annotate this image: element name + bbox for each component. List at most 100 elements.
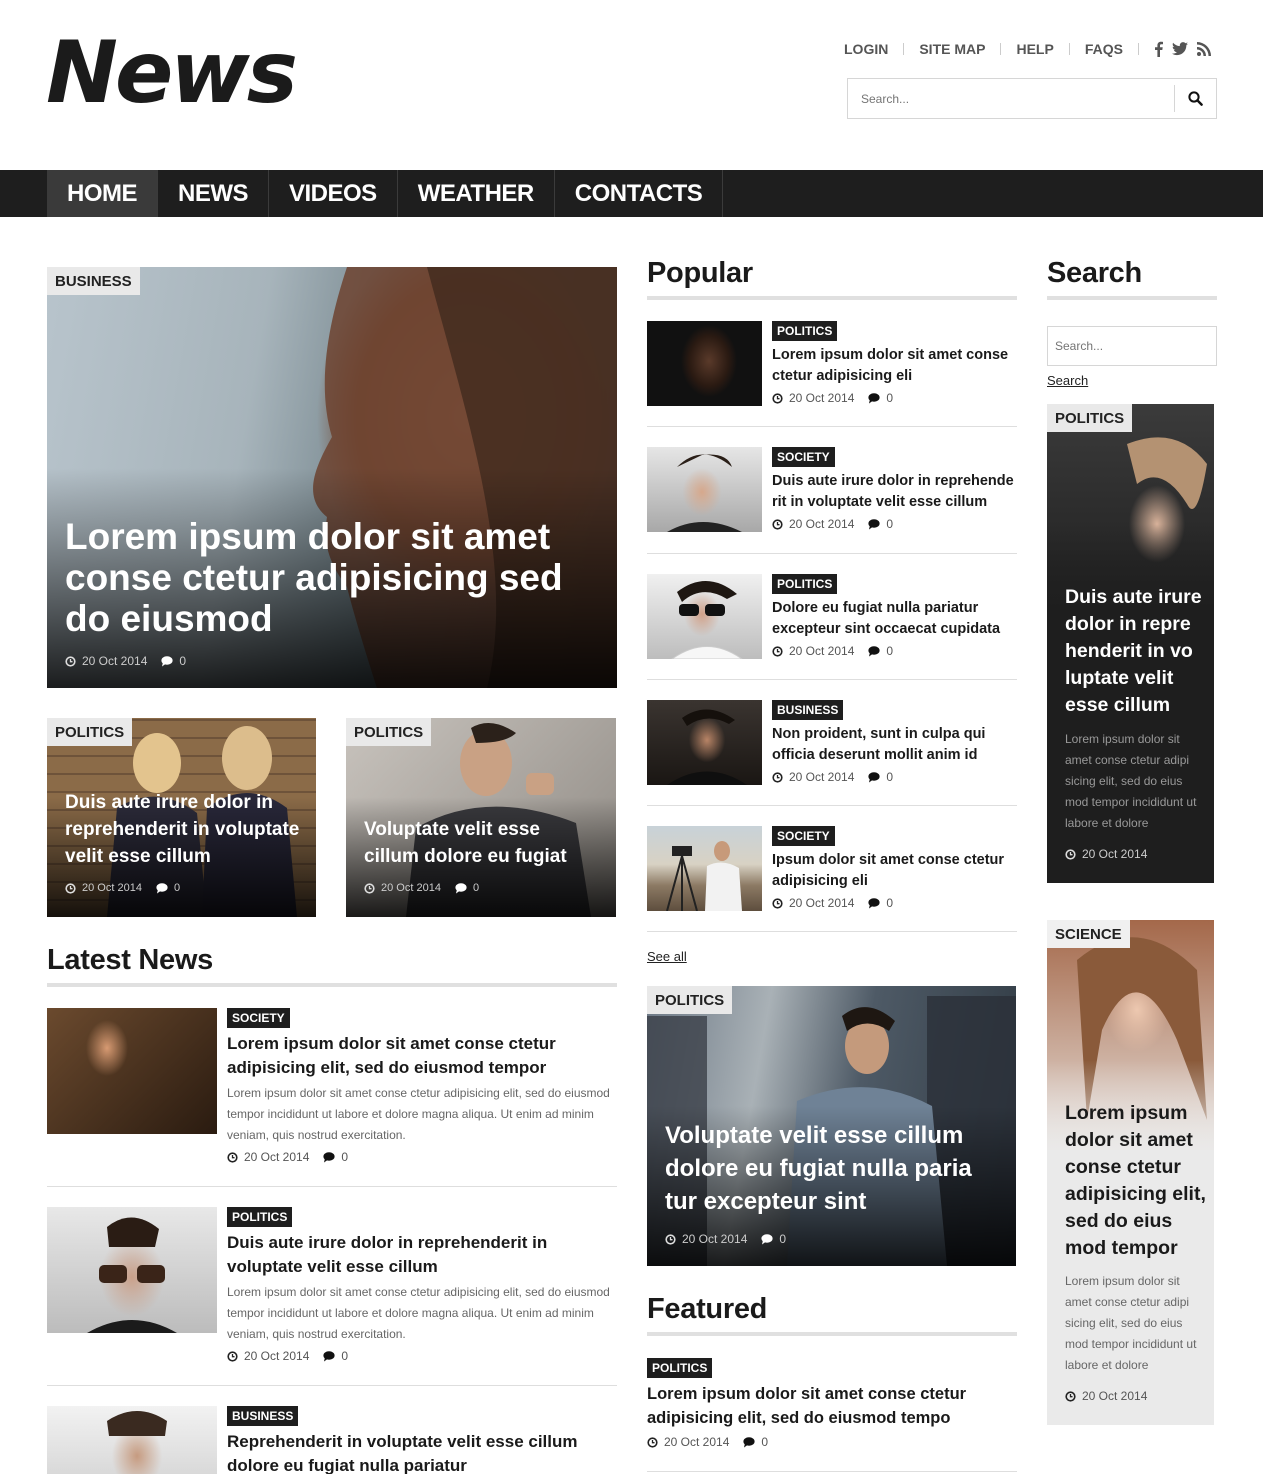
help-link[interactable]: HELP <box>1016 41 1053 57</box>
category-badge[interactable]: POLITICS <box>772 321 838 341</box>
comment-count[interactable]: 0 <box>886 644 893 658</box>
nav-contacts[interactable]: CONTACTS <box>555 170 724 217</box>
header-search-input[interactable] <box>848 79 1168 118</box>
date: 20 Oct 2014 <box>789 896 855 910</box>
login-link[interactable]: LOGIN <box>844 41 888 57</box>
category-badge[interactable]: POLITICS <box>346 718 432 746</box>
article-thumbnail[interactable] <box>647 826 762 911</box>
feature-card[interactable]: POLITICS Voluptate velit esse cillum dol… <box>346 718 616 917</box>
card-meta: 20 Oct 2014 <box>1065 847 1147 861</box>
category-badge[interactable]: SOCIETY <box>227 1008 290 1028</box>
clock-icon <box>665 1233 676 1245</box>
feature-card[interactable]: POLITICS Voluptate velit esse cillum dol… <box>647 986 1016 1266</box>
article-thumbnail[interactable] <box>647 574 762 659</box>
comment-count[interactable]: 0 <box>341 1349 348 1363</box>
twitter-icon[interactable] <box>1171 42 1188 56</box>
comment-icon <box>868 518 880 530</box>
thumbnail-image <box>666 841 742 911</box>
category-badge[interactable]: SOCIETY <box>772 447 835 467</box>
nav-weather[interactable]: WEATHER <box>398 170 555 217</box>
category-badge[interactable]: BUSINESS <box>772 700 844 720</box>
category-badge[interactable]: SOCIETY <box>772 826 835 846</box>
article-thumbnail[interactable] <box>47 1207 217 1333</box>
card-title[interactable]: Duis aute irure dolor in repre henderit … <box>1065 584 1205 719</box>
comment-icon <box>761 1233 773 1245</box>
sidebar-search-input[interactable] <box>1047 326 1217 366</box>
comment-count[interactable]: 0 <box>886 770 893 784</box>
article-title[interactable]: Lorem ipsum dolor sit amet conse ctetur … <box>227 1032 617 1080</box>
feature-title[interactable]: Duis aute irure dolor in reprehenderit i… <box>65 789 310 870</box>
category-badge[interactable]: BUSINESS <box>227 1406 299 1426</box>
article-excerpt: Lorem ipsum dolor sit amet conse ctetur … <box>227 1086 610 1142</box>
comment-count[interactable]: 0 <box>341 1150 348 1164</box>
article-title[interactable]: Lorem ipsum dolor sit amet conse ctetur … <box>772 345 1017 387</box>
comment-icon <box>743 1436 755 1448</box>
category-badge[interactable]: POLITICS <box>647 1358 713 1378</box>
nav-videos[interactable]: VIDEOS <box>269 170 398 217</box>
comment-count[interactable]: 0 <box>886 896 893 910</box>
comment-count[interactable]: 0 <box>473 882 479 894</box>
category-badge[interactable]: POLITICS <box>772 574 838 594</box>
site-map-link[interactable]: SITE MAP <box>919 41 985 57</box>
article-title[interactable]: Non proident, sunt in culpa qui officia … <box>772 724 1017 766</box>
comment-icon <box>868 771 880 783</box>
article-thumbnail[interactable] <box>647 700 762 785</box>
sidebar-card[interactable]: POLITICS Duis aute irure dolor in repre … <box>1047 404 1214 883</box>
comment-icon <box>323 1151 335 1163</box>
category-badge[interactable]: BUSINESS <box>47 267 140 295</box>
nav-home[interactable]: HOME <box>47 170 158 217</box>
clock-icon <box>1065 1390 1076 1402</box>
comment-count[interactable]: 0 <box>179 654 186 668</box>
see-all-link[interactable]: See all <box>647 949 687 964</box>
rss-icon[interactable] <box>1196 42 1211 56</box>
comment-count[interactable]: 0 <box>886 391 893 405</box>
comment-count[interactable]: 0 <box>886 517 893 531</box>
header-search-button[interactable] <box>1174 85 1216 112</box>
hero-article[interactable]: BUSINESS Lorem ipsum dolor sit amet cons… <box>47 267 617 688</box>
sidebar-card[interactable]: SCIENCE Lorem ipsum dolor sit amet conse… <box>1047 920 1214 1425</box>
feature-title[interactable]: Voluptate velit esse cillum dolore eu fu… <box>665 1119 1000 1218</box>
featured-item: POLITICS Lorem ipsum dolor sit amet cons… <box>647 1358 1017 1449</box>
article-title[interactable]: Ipsum dolor sit amet conse ctetur adipis… <box>772 850 1017 892</box>
article-title[interactable]: Lorem ipsum dolor sit amet conse ctetur … <box>647 1382 1017 1430</box>
comment-count[interactable]: 0 <box>174 882 180 894</box>
list-divider <box>47 1385 617 1386</box>
list-divider <box>647 1471 1017 1472</box>
category-badge[interactable]: POLITICS <box>1047 404 1133 432</box>
article-title[interactable]: Duis aute irure dolor in reprehenderit i… <box>227 1231 617 1279</box>
comment-count[interactable]: 0 <box>761 1435 768 1449</box>
clock-icon <box>772 392 783 404</box>
link-separator <box>1137 43 1139 55</box>
article-title[interactable]: Dolore eu fugiat nulla pariatur excepteu… <box>772 598 1017 640</box>
card-title[interactable]: Lorem ipsum dolor sit amet conse ctetur … <box>1065 1100 1210 1262</box>
comment-count[interactable]: 0 <box>779 1232 786 1246</box>
category-badge[interactable]: POLITICS <box>47 718 133 746</box>
date: 20 Oct 2014 <box>244 1349 310 1363</box>
thumbnail-image <box>667 709 747 785</box>
site-logo[interactable]: News <box>46 30 298 116</box>
article-thumbnail[interactable] <box>47 1008 217 1134</box>
clock-icon <box>227 1350 238 1362</box>
facebook-icon[interactable] <box>1154 41 1163 57</box>
sidebar-search-button[interactable]: Search <box>1047 373 1088 388</box>
date: 20 Oct 2014 <box>664 1435 730 1449</box>
article-excerpt: Lorem ipsum dolor sit amet conse ctetur … <box>227 1285 610 1341</box>
faqs-link[interactable]: FAQS <box>1085 41 1123 57</box>
feature-title[interactable]: Voluptate velit esse cillum dolore eu fu… <box>364 816 599 870</box>
category-badge[interactable]: POLITICS <box>227 1207 293 1227</box>
feature-card[interactable]: POLITICS Duis aute irure dolor in repreh… <box>47 718 316 917</box>
hero-title[interactable]: Lorem ipsum dolor sit amet conse ctetur … <box>65 516 595 639</box>
nav-news[interactable]: NEWS <box>158 170 269 217</box>
article-thumbnail[interactable] <box>47 1406 217 1474</box>
article-title[interactable]: Reprehenderit in voluptate velit esse ci… <box>227 1430 617 1474</box>
heading-rule <box>647 296 1017 300</box>
article-thumbnail[interactable] <box>647 321 762 406</box>
article-title[interactable]: Duis aute irure dolor in reprehende rit … <box>772 471 1017 513</box>
feature-meta: 20 Oct 2014 0 <box>364 882 479 894</box>
date: 20 Oct 2014 <box>789 770 855 784</box>
article-thumbnail[interactable] <box>647 447 762 532</box>
article-meta: 20 Oct 2014 0 <box>772 391 1017 405</box>
category-badge[interactable]: POLITICS <box>647 986 733 1014</box>
category-badge[interactable]: SCIENCE <box>1047 920 1130 948</box>
clock-icon <box>772 897 783 909</box>
